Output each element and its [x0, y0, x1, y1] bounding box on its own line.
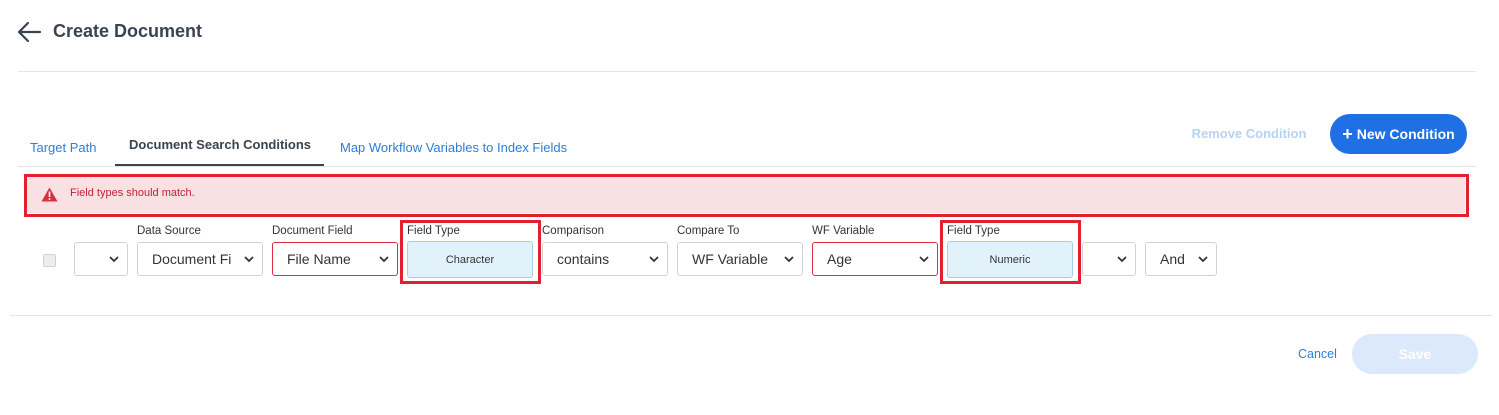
header-divider — [18, 71, 1476, 72]
chevron-down-icon — [1198, 256, 1208, 263]
close-paren-select[interactable] — [1082, 242, 1136, 276]
field-type-left-highlight — [400, 220, 541, 284]
arrow-left-icon[interactable] — [16, 20, 42, 44]
tab-map-workflow-variables[interactable]: Map Workflow Variables to Index Fields — [340, 140, 567, 155]
wf-variable-label: WF Variable — [812, 225, 875, 237]
comparison-label: Comparison — [542, 225, 604, 237]
cancel-button[interactable]: Cancel — [1298, 347, 1337, 361]
tabs-divider — [18, 166, 1476, 167]
page-title: Create Document — [53, 21, 203, 41]
new-condition-button[interactable]: + New Condition — [1330, 114, 1467, 154]
chevron-down-icon — [919, 256, 929, 263]
new-condition-label: New Condition — [1356, 126, 1455, 142]
compare-to-label: Compare To — [677, 225, 740, 237]
data-source-select[interactable]: Document Fi — [137, 242, 263, 276]
wf-variable-select[interactable]: Age — [812, 242, 938, 276]
plus-icon: + — [1342, 124, 1353, 144]
compare-to-select[interactable]: WF Variable — [677, 242, 803, 276]
tab-target-path[interactable]: Target Path — [30, 140, 97, 155]
chevron-down-icon — [379, 256, 389, 263]
chevron-down-icon — [109, 256, 119, 263]
tab-document-search-conditions[interactable]: Document Search Conditions — [129, 137, 311, 152]
footer-divider — [10, 315, 1492, 316]
open-paren-select[interactable] — [74, 242, 128, 276]
alert-highlight — [24, 174, 1469, 217]
chevron-down-icon — [244, 256, 254, 263]
data-source-label: Data Source — [137, 225, 201, 237]
chevron-down-icon — [649, 256, 659, 263]
row-select-checkbox[interactable] — [43, 254, 56, 267]
document-field-label: Document Field — [272, 225, 353, 237]
remove-condition-button[interactable]: Remove Condition — [1176, 126, 1322, 144]
field-type-right-highlight — [940, 220, 1081, 284]
chevron-down-icon — [784, 256, 794, 263]
save-button[interactable]: Save — [1352, 334, 1478, 374]
comparison-select[interactable]: contains — [542, 242, 668, 276]
logic-operator-select[interactable]: And — [1145, 242, 1217, 276]
document-field-select[interactable]: File Name — [272, 242, 398, 276]
chevron-down-icon — [1117, 256, 1127, 263]
